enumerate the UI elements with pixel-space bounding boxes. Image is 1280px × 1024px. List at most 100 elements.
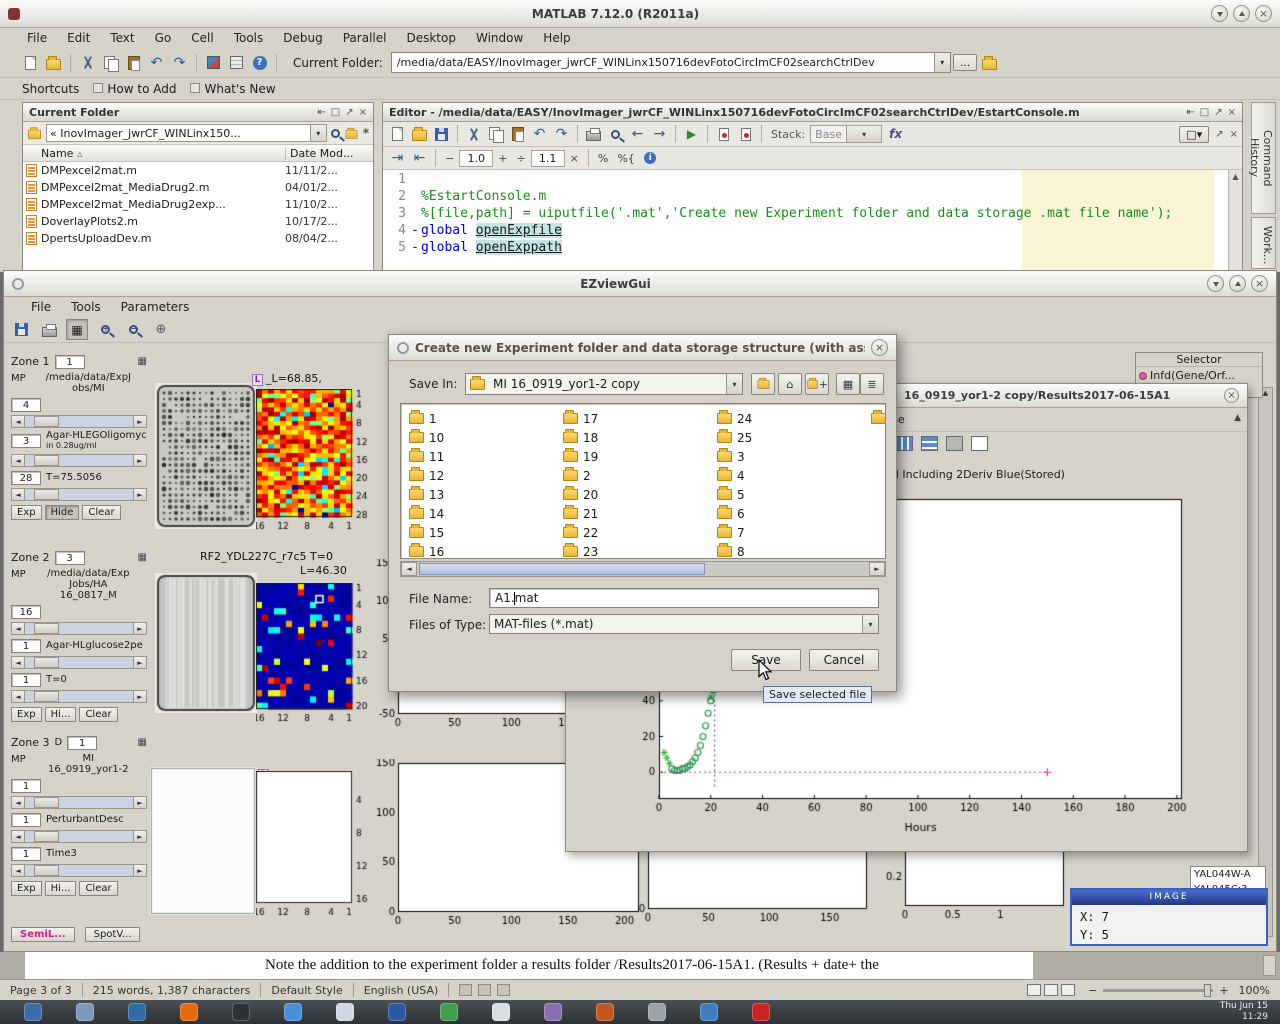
folder-item[interactable]: 8 xyxy=(717,542,869,559)
list-view-icon[interactable]: ≣ xyxy=(860,373,884,395)
cut-icon[interactable] xyxy=(77,53,98,73)
close-button[interactable]: × xyxy=(1224,388,1239,403)
folder-item[interactable]: 9 xyxy=(871,409,886,428)
slider-left-arrow[interactable]: ◄ xyxy=(12,623,25,634)
simulink-icon[interactable] xyxy=(203,53,224,73)
fx-icon[interactable]: fx xyxy=(889,127,902,141)
tab-workspace[interactable]: Work... xyxy=(1251,217,1276,269)
selector-item[interactable]: Infd(Gene/Orf... xyxy=(1136,367,1262,384)
folder-item[interactable]: 15 xyxy=(409,523,561,542)
folder-item[interactable]: 11 xyxy=(409,447,561,466)
zone1-clear-button[interactable]: Clear xyxy=(82,505,120,520)
zoom-slider[interactable] xyxy=(1103,989,1213,992)
search-icon[interactable] xyxy=(331,129,340,138)
writer-scrollbar[interactable] xyxy=(1263,955,1276,976)
menu-item[interactable]: Parameters xyxy=(112,298,199,316)
folder-item[interactable]: 18 xyxy=(563,428,715,447)
zoom-in-icon[interactable]: + xyxy=(94,319,116,340)
matlab-titlebar[interactable]: MATLAB 7.12.0 (R2011a) × xyxy=(0,0,1280,28)
new-folder-icon[interactable]: + xyxy=(805,373,829,395)
close-button[interactable]: × xyxy=(871,339,888,356)
zone1-slider-media[interactable]: ◄► xyxy=(11,454,147,467)
zoom-value[interactable]: 1.0 xyxy=(459,150,493,167)
folder-item[interactable]: 19 xyxy=(563,447,715,466)
zone2-clear-button[interactable]: Clear xyxy=(79,707,117,722)
radio-icon[interactable] xyxy=(1139,372,1147,380)
redo-icon[interactable]: ↷ xyxy=(551,124,572,144)
editor-panel-header[interactable]: Editor - /media/data/EASY/InovImager_jwr… xyxy=(383,103,1242,122)
slider-left-arrow[interactable]: ◄ xyxy=(12,797,25,808)
zoom-out-icon[interactable]: − xyxy=(122,319,144,340)
menu-item[interactable]: Window xyxy=(467,29,532,47)
view-multi-page-icon[interactable] xyxy=(1044,984,1058,996)
folder-item[interactable]: 14 xyxy=(409,504,561,523)
zone1-slider-plate[interactable]: ◄► xyxy=(11,415,147,428)
slider-left-arrow[interactable]: ◄ xyxy=(12,416,25,427)
slider-left-arrow[interactable]: ◄ xyxy=(12,657,25,668)
cut-icon[interactable] xyxy=(463,124,484,144)
menu-item[interactable]: Tools xyxy=(62,298,110,316)
undock-icon[interactable]: ↗ xyxy=(1214,107,1222,118)
taskbar-app-icon[interactable] xyxy=(544,1003,562,1021)
menu-item[interactable]: Cell xyxy=(182,29,222,47)
taskbar-app-icon[interactable] xyxy=(24,1003,42,1021)
undock-icon[interactable]: ↗ xyxy=(1215,129,1223,140)
folder-list[interactable]: 110111213141516 171819220212223 24253456… xyxy=(400,403,886,559)
grid-icon[interactable] xyxy=(921,436,938,451)
layout-button[interactable]: □▾ xyxy=(1179,126,1209,143)
status-zoom[interactable]: 100% xyxy=(1229,984,1280,997)
dock-icon[interactable]: ⇤ xyxy=(317,107,325,118)
menu-item[interactable]: File xyxy=(18,29,56,47)
chevron-down-icon[interactable]: ▾ xyxy=(862,615,878,633)
clear-breakpoints-icon[interactable] xyxy=(735,124,756,144)
zone2-exp-button[interactable]: Exp xyxy=(11,707,42,722)
zoom-in-button[interactable]: + xyxy=(494,152,511,165)
taskbar-app-icon[interactable] xyxy=(492,1003,510,1021)
menu-item[interactable]: Text xyxy=(101,29,143,47)
taskbar-app-icon[interactable] xyxy=(76,1003,94,1021)
taskbar-app-icon[interactable] xyxy=(232,1003,250,1021)
guide-icon[interactable] xyxy=(226,53,247,73)
cancel-button[interactable]: Cancel xyxy=(809,649,879,671)
changes-icon[interactable] xyxy=(497,984,510,996)
zone1-media-index-input[interactable]: 3 xyxy=(11,434,41,448)
scroll-left-icon[interactable]: ◄ xyxy=(401,562,417,576)
ezviewgui-titlebar[interactable]: EZviewGui × xyxy=(4,271,1276,297)
undo-icon[interactable]: ↶ xyxy=(529,124,550,144)
status-language[interactable]: English (USA) xyxy=(354,984,449,997)
crosshair-icon[interactable]: ▦ xyxy=(66,319,88,340)
close-icon[interactable]: × xyxy=(1228,107,1236,118)
zone3-media-index-input[interactable]: 1 xyxy=(11,813,41,827)
redo-icon[interactable]: ↷ xyxy=(169,53,190,73)
close-button[interactable]: × xyxy=(1255,5,1272,22)
slider-right-arrow[interactable]: ► xyxy=(133,657,146,668)
slider-right-arrow[interactable]: ► xyxy=(133,865,146,876)
scrollbar-thumb[interactable] xyxy=(419,563,705,575)
slider-right-arrow[interactable]: ► xyxy=(133,623,146,634)
grid-view-icon[interactable]: ▦ xyxy=(836,373,860,395)
zone2-time-index-input[interactable]: 1 xyxy=(11,673,41,687)
selection-mode-icon[interactable] xyxy=(478,984,491,996)
status-style[interactable]: Default Style xyxy=(261,984,352,997)
save-icon[interactable] xyxy=(431,124,452,144)
taskbar-app-icon[interactable] xyxy=(596,1003,614,1021)
zone1-hide-button[interactable]: Hide xyxy=(45,505,80,520)
forward-icon[interactable]: → xyxy=(649,124,670,144)
shortcut-whats-new[interactable]: What's New xyxy=(190,82,275,96)
open-file-icon[interactable] xyxy=(409,124,430,144)
dialog-titlebar[interactable]: Create new Experiment folder and data st… xyxy=(389,335,896,361)
folder-item[interactable]: 2 xyxy=(563,466,715,485)
taskbar-app-icon[interactable] xyxy=(440,1003,458,1021)
zoom-in-icon[interactable]: + xyxy=(1219,984,1228,997)
panel-icon[interactable] xyxy=(946,436,963,451)
folder-item[interactable]: 22 xyxy=(563,523,715,542)
zone3-hide-button[interactable]: Hi... xyxy=(45,881,77,896)
folder-item[interactable]: 21 xyxy=(563,504,715,523)
insert-mode-icon[interactable] xyxy=(459,984,472,996)
folder-item[interactable]: 12 xyxy=(409,466,561,485)
editor-scrollbar[interactable]: ▲ xyxy=(1228,170,1242,271)
zone2-slider-plate[interactable]: ◄► xyxy=(11,622,147,635)
indent-right-icon[interactable]: ⇥ xyxy=(387,148,408,168)
folder-item[interactable]: 25 xyxy=(717,428,869,447)
spotview-button[interactable]: SpotV... xyxy=(85,927,141,942)
